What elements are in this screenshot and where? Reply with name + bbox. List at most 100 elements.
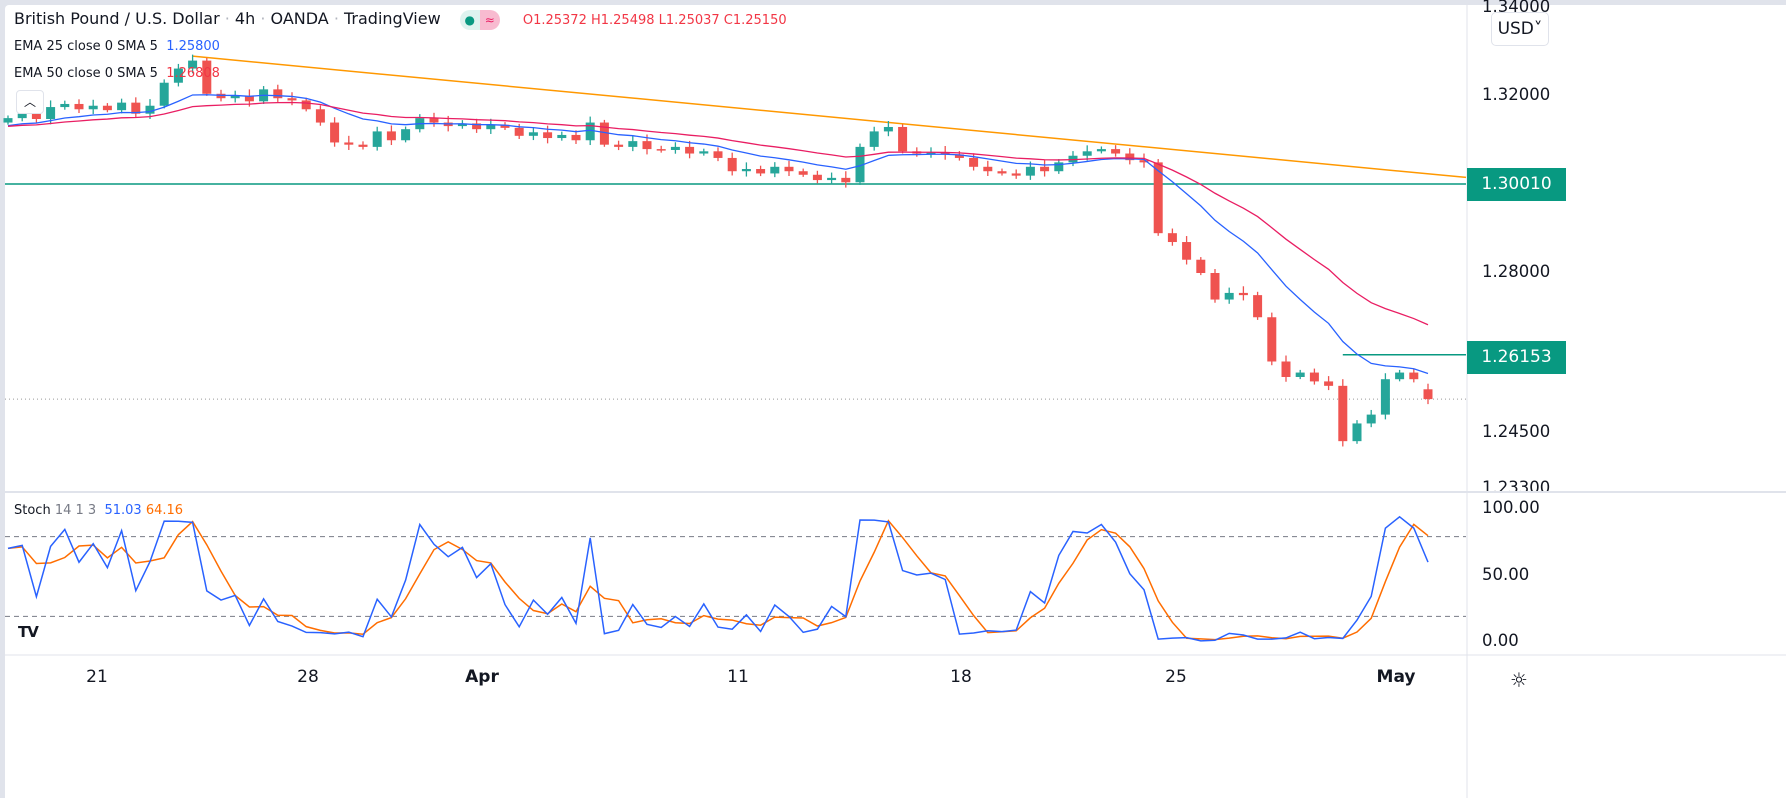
delayed-data-icon: ≈ [479,9,500,30]
candle [1040,160,1050,177]
candle-body [741,169,751,172]
candle-body [273,89,283,99]
candle [386,125,396,146]
candle [1352,420,1362,444]
market-open-icon: ● [459,9,480,30]
stoch-legend[interactable]: Stoch 14 1 3 51.03 64.16 [14,503,183,518]
candle-body [827,177,837,181]
ema25-legend[interactable]: EMA 25 close 0 SMA 5 1.25800 [14,39,220,54]
stoch-k-line [7,515,1429,642]
source: TradingView [344,9,441,28]
ema25-line [7,94,1429,375]
candle [344,135,354,150]
candle [827,172,837,185]
candle [1309,368,1319,385]
candle [472,118,482,133]
tradingview-logo[interactable]: 𝗧𝗩 [18,623,39,641]
candle [869,126,879,151]
broker: OANDA [270,9,329,28]
candle-body [898,126,908,152]
symbol-name: British Pound / U.S. Dollar [14,9,220,28]
candle-body [1295,372,1305,377]
candle [1238,286,1248,301]
price-label: 1.23300 [1482,478,1551,491]
currency-button[interactable]: USD˅ [1491,12,1549,46]
settings-gear-icon[interactable]: ☼ [1510,668,1528,692]
stoch-k-value: 51.03 [104,503,142,518]
candle [230,90,240,103]
candle-body [1011,173,1021,176]
candle-body [358,144,368,147]
stoch-axis-label: 50.00 [1482,565,1530,584]
candle-body [1096,149,1106,152]
candle-body [31,113,41,120]
candle-body [1210,273,1220,300]
candle [102,103,112,113]
candle-body [614,144,624,147]
candle-body [685,146,695,154]
candle-body [571,134,581,141]
candle [1324,376,1334,391]
candle [784,160,794,177]
candle-body [60,103,70,108]
candle [358,141,368,150]
candle-body [1111,149,1121,154]
candle-body [1182,242,1192,260]
candle [628,135,638,152]
candle-body [1423,389,1433,400]
symbol-legend[interactable]: British Pound / U.S. Dollar · 4h · OANDA… [14,9,787,30]
candle-body [1338,385,1348,442]
candle [557,131,567,141]
candle-body [997,171,1007,174]
candle [983,160,993,177]
time-label: 28 [297,667,319,687]
candle [1281,355,1291,382]
candle-body [1380,379,1390,415]
candle [1366,409,1376,428]
candle-body [628,141,638,147]
market-status-badge[interactable]: ● ≈ [459,9,500,30]
candle [372,126,382,151]
time-label: 18 [950,667,972,687]
time-label: Apr [465,667,499,687]
candle [1210,269,1220,303]
candle-body [145,105,155,114]
price-label: 1.24500 [1482,422,1551,441]
candle-body [983,166,993,172]
collapse-legend-button[interactable]: ︿ [16,90,44,114]
ema50-legend[interactable]: EMA 50 close 0 SMA 5 1.26808 [14,66,220,81]
candle [1423,383,1433,405]
candle-body [528,132,538,136]
trendline [192,55,1467,179]
candle-body [301,100,311,110]
candle-body [869,131,879,147]
chevron-up-icon: ︿ [23,95,36,109]
candle-body [1281,361,1291,377]
candle-body [1167,233,1177,243]
candle-body [330,122,340,143]
stoch-d-value: 64.16 [145,503,184,518]
candle-body [159,82,169,106]
candle [401,126,411,143]
candle [159,79,169,109]
candle-body [372,131,382,147]
candle [1054,159,1064,174]
candle [74,99,84,113]
candle-body [656,149,666,151]
candle-body [429,118,439,123]
candle [330,117,340,147]
ema25-value: 1.25800 [166,39,220,54]
candle [1182,236,1192,265]
ohlc-values: O1.25372 H1.25498 L1.25037 C1.25150 [522,13,787,28]
candle-body [670,146,680,150]
candle [614,140,624,151]
candle-body [1238,292,1248,296]
candle [812,170,822,184]
candle-body [1224,292,1234,300]
candle-body [543,132,553,139]
candle [1295,369,1305,380]
candle [117,98,127,114]
candle-body [812,174,822,181]
candle [741,162,751,177]
candle-body [1040,166,1050,172]
